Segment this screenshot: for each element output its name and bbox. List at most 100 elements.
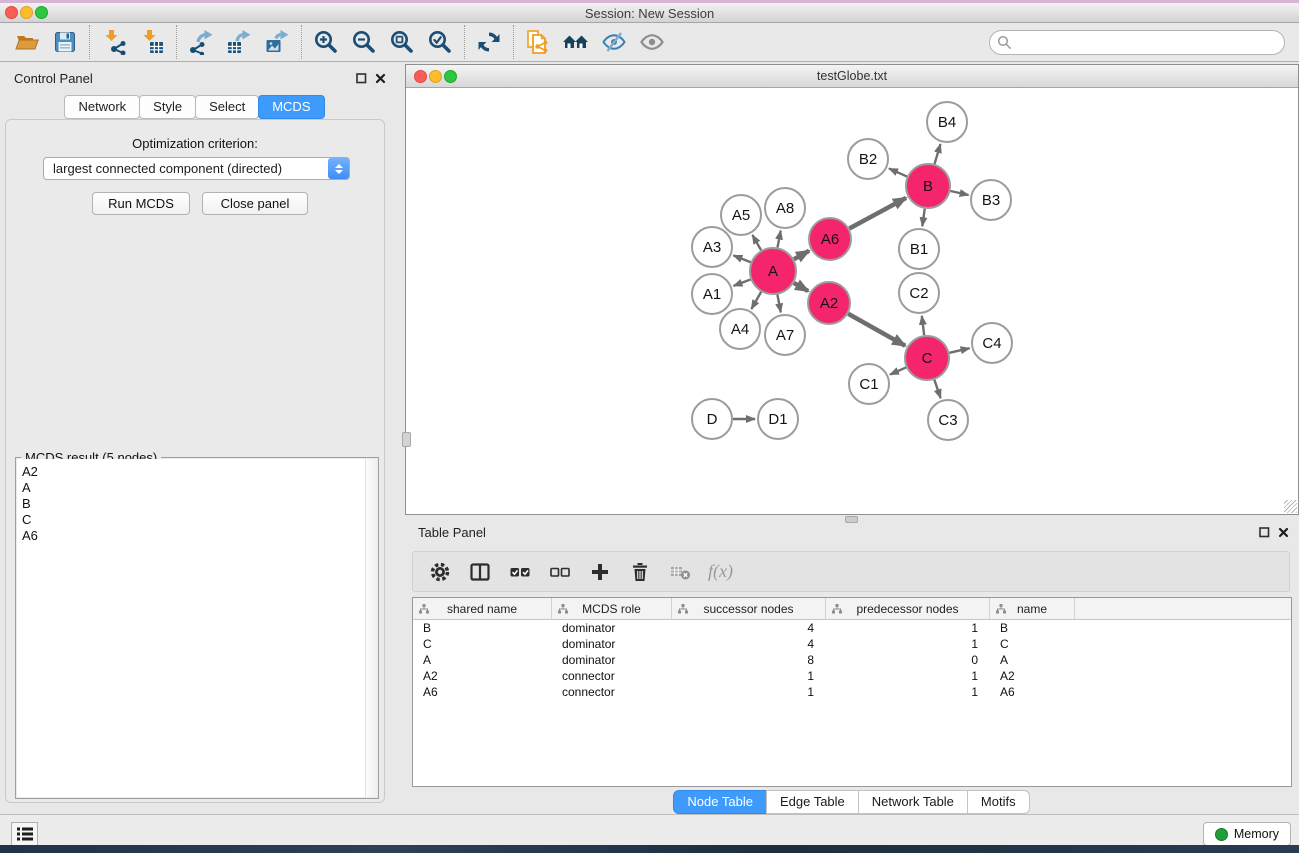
new-network-from-selection-button[interactable] bbox=[519, 26, 557, 58]
tab-style[interactable]: Style bbox=[139, 95, 196, 119]
table-panel-float-icon[interactable] bbox=[1259, 527, 1270, 538]
task-history-button[interactable] bbox=[11, 822, 38, 846]
network-canvas[interactable]: AA1A2A3A4A5A6A7A8BB1B2B3B4CC1C2C3C4DD1 bbox=[406, 88, 1298, 514]
network-view-window[interactable]: testGlobe.txt AA1A2A3A4A5A6A7A8BB1B2B3B4… bbox=[405, 64, 1299, 515]
table-cell[interactable]: B bbox=[990, 621, 1075, 635]
graph-edge[interactable] bbox=[794, 251, 809, 260]
graph-edge[interactable] bbox=[752, 235, 761, 250]
network-graph[interactable]: AA1A2A3A4A5A6A7A8BB1B2B3B4CC1C2C3C4DD1 bbox=[406, 88, 1298, 515]
table-cell[interactable]: A bbox=[990, 653, 1075, 667]
table-cell[interactable]: B bbox=[413, 621, 552, 635]
table-cell[interactable]: 1 bbox=[672, 669, 826, 683]
vertical-split-handle[interactable] bbox=[402, 432, 411, 447]
tab-select[interactable]: Select bbox=[195, 95, 259, 119]
tab-node-table[interactable]: Node Table bbox=[673, 790, 767, 814]
graph-edge[interactable] bbox=[934, 380, 940, 398]
mcds-result-list[interactable]: A2ABCA6 bbox=[17, 459, 366, 797]
graph-edge[interactable] bbox=[889, 168, 907, 176]
horizontal-split-handle[interactable] bbox=[845, 516, 858, 523]
deselect-all-columns-button[interactable] bbox=[548, 560, 572, 584]
table-settings-button[interactable] bbox=[428, 560, 452, 584]
show-graphics-button[interactable] bbox=[633, 26, 671, 58]
graph-edge[interactable] bbox=[849, 198, 906, 229]
home-networks-button[interactable] bbox=[557, 26, 595, 58]
table-cell[interactable]: connector bbox=[552, 685, 672, 699]
show-columns-button[interactable] bbox=[468, 560, 492, 584]
table-cell[interactable]: dominator bbox=[552, 653, 672, 667]
control-panel-float-icon[interactable] bbox=[356, 73, 367, 84]
table-row[interactable]: A2connector11A2 bbox=[413, 668, 1291, 684]
table-cell[interactable]: C bbox=[413, 637, 552, 651]
column-header-name[interactable]: name bbox=[990, 598, 1075, 619]
table-cell[interactable]: A2 bbox=[413, 669, 552, 683]
select-all-columns-button[interactable] bbox=[508, 560, 532, 584]
network-window-titlebar[interactable]: testGlobe.txt bbox=[406, 65, 1298, 88]
graph-edge[interactable] bbox=[949, 348, 969, 353]
tab-edge-table[interactable]: Edge Table bbox=[766, 790, 859, 814]
graph-edge[interactable] bbox=[751, 292, 761, 309]
run-mcds-button[interactable]: Run MCDS bbox=[92, 192, 190, 215]
column-header-predecessor-nodes[interactable]: predecessor nodes bbox=[826, 598, 990, 619]
search-input[interactable] bbox=[989, 30, 1285, 55]
graph-edge[interactable] bbox=[848, 314, 905, 346]
export-image-button[interactable] bbox=[258, 26, 296, 58]
graph-edge[interactable] bbox=[794, 283, 808, 291]
table-cell[interactable]: 1 bbox=[826, 637, 990, 651]
graph-edge[interactable] bbox=[950, 191, 968, 195]
resize-grip-icon[interactable] bbox=[1284, 500, 1297, 513]
table-cell[interactable]: 1 bbox=[826, 621, 990, 635]
control-panel-close-icon[interactable] bbox=[375, 73, 386, 84]
table-cell[interactable]: A2 bbox=[990, 669, 1075, 683]
table-cell[interactable]: 1 bbox=[826, 685, 990, 699]
column-header-MCDS-role[interactable]: MCDS role bbox=[552, 598, 672, 619]
table-cell[interactable]: connector bbox=[552, 669, 672, 683]
graph-edge[interactable] bbox=[734, 279, 751, 285]
zoom-fit-button[interactable] bbox=[383, 26, 421, 58]
table-row[interactable]: Cdominator41C bbox=[413, 636, 1291, 652]
table-cell[interactable]: 4 bbox=[672, 621, 826, 635]
table-cell[interactable]: 1 bbox=[672, 685, 826, 699]
table-cell[interactable]: A6 bbox=[413, 685, 552, 699]
table-cell[interactable]: dominator bbox=[552, 637, 672, 651]
graph-edge[interactable] bbox=[922, 316, 924, 335]
result-item[interactable]: A bbox=[22, 480, 366, 496]
result-item[interactable]: C bbox=[22, 512, 366, 528]
memory-button[interactable]: Memory bbox=[1203, 822, 1291, 846]
graph-edge[interactable] bbox=[777, 295, 780, 313]
export-network-button[interactable] bbox=[182, 26, 220, 58]
table-row[interactable]: Adominator80A bbox=[413, 652, 1291, 668]
column-header-shared-name[interactable]: shared name bbox=[413, 598, 552, 619]
zoom-selected-button[interactable] bbox=[421, 26, 459, 58]
function-builder-button[interactable]: f(x) bbox=[708, 560, 733, 584]
tab-network-table[interactable]: Network Table bbox=[858, 790, 968, 814]
zoom-out-button[interactable] bbox=[345, 26, 383, 58]
tab-motifs[interactable]: Motifs bbox=[967, 790, 1030, 814]
table-cell[interactable]: dominator bbox=[552, 621, 672, 635]
node-table[interactable]: shared nameMCDS rolesuccessor nodesprede… bbox=[412, 597, 1292, 787]
tab-mcds[interactable]: MCDS bbox=[258, 95, 324, 119]
hide-show-button[interactable] bbox=[595, 26, 633, 58]
refresh-button[interactable] bbox=[470, 26, 508, 58]
import-network-button[interactable] bbox=[95, 26, 133, 58]
save-session-button[interactable] bbox=[46, 26, 84, 58]
table-row[interactable]: Bdominator41B bbox=[413, 620, 1291, 636]
table-cell[interactable]: A6 bbox=[990, 685, 1075, 699]
result-item[interactable]: A2 bbox=[22, 464, 366, 480]
result-item[interactable]: B bbox=[22, 496, 366, 512]
import-table-button[interactable] bbox=[133, 26, 171, 58]
table-cell[interactable]: A bbox=[413, 653, 552, 667]
table-cell[interactable]: 0 bbox=[826, 653, 990, 667]
main-titlebar[interactable]: Session: New Session bbox=[0, 3, 1299, 23]
table-body[interactable]: Bdominator41BCdominator41CAdominator80AA… bbox=[413, 620, 1291, 700]
delete-table-button[interactable] bbox=[668, 560, 692, 584]
graph-edge[interactable] bbox=[922, 209, 924, 226]
table-panel-close-icon[interactable] bbox=[1278, 527, 1289, 538]
criterion-select[interactable]: largest connected component (directed) bbox=[43, 157, 350, 180]
tab-network[interactable]: Network bbox=[64, 95, 140, 119]
zoom-in-button[interactable] bbox=[307, 26, 345, 58]
table-row[interactable]: A6connector11A6 bbox=[413, 684, 1291, 700]
table-cell[interactable]: 4 bbox=[672, 637, 826, 651]
delete-column-button[interactable] bbox=[628, 560, 652, 584]
table-cell[interactable]: 1 bbox=[826, 669, 990, 683]
table-cell[interactable]: 8 bbox=[672, 653, 826, 667]
